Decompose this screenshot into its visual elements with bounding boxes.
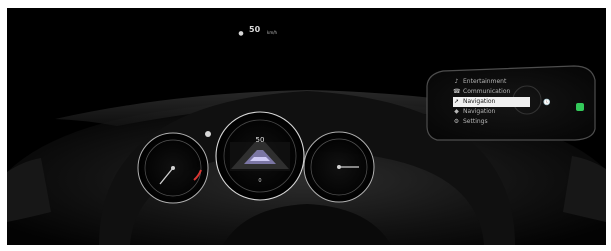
music-note-icon: ♪ [454,78,459,85]
status-badge [576,103,584,111]
map-pin-icon: ◆ [454,108,459,115]
menu-item-communication[interactable]: ☎ Communication [453,87,539,97]
navigation-icon: ➚ [453,98,460,105]
hud-speed: 50 [249,25,261,34]
menu-item-label: Settings [463,118,488,125]
menu-item-navigation[interactable]: ◆ Navigation [453,107,539,117]
infotainment-menu: ♪ Entertainment ☎ Communication ➚ Naviga… [453,77,539,135]
gear-icon: ⚙ [453,118,460,125]
menu-item-label: Communication [463,88,511,95]
menu-item-label: Entertainment [463,78,507,85]
menu-item-entertainment[interactable]: ♪ Entertainment [453,77,539,87]
center-bottom-value: 0 [258,178,262,184]
phone-icon: ☎ [453,88,461,95]
menu-item-navigation-selected[interactable]: ➚ Navigation [453,97,530,107]
menu-item-label: Navigation [463,108,496,115]
head-up-display: ● 50 km/h [237,25,297,45]
menu-item-label: Navigation [463,98,496,105]
clock-icon: 🕔 [543,99,551,106]
center-speed-value: 50 [255,136,265,144]
center-gauge [215,111,305,201]
cluster-warning-icon [205,131,211,137]
menu-item-settings[interactable]: ⚙ Settings [453,117,539,127]
right-gauge [303,131,375,203]
hud-unit: km/h [267,30,278,35]
vehicle-ui-screenshot: ● 50 km/h ♪ Entertainment ☎ Communicatio… [7,8,606,245]
left-gauge [137,132,209,204]
speed-sign-icon: ● [238,30,244,37]
